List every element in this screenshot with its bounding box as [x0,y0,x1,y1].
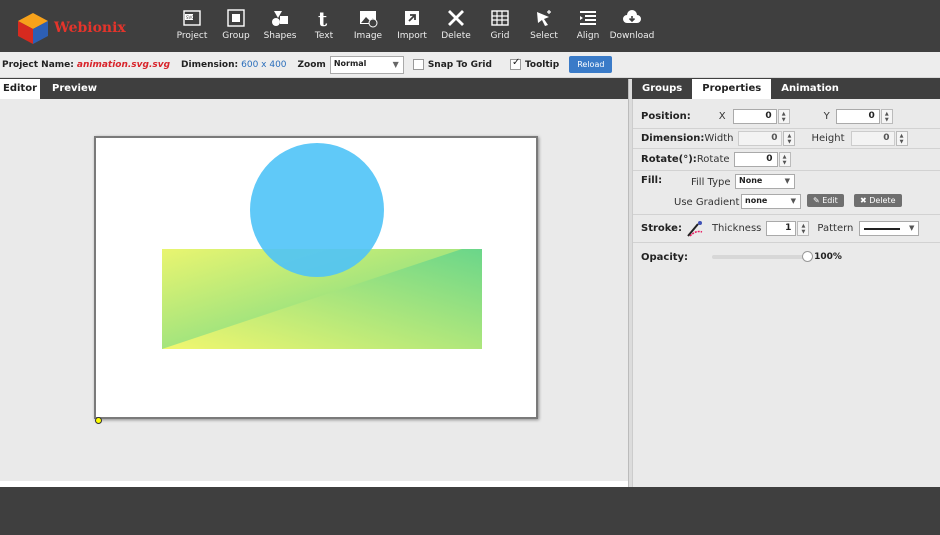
options-bar: Project Name: animation.svg.svg Dimensio… [0,52,940,78]
chevron-down-icon: ▼ [392,59,399,69]
import-button[interactable]: Import [390,8,434,48]
edit-icon: ✎ [813,196,820,205]
snap-to-grid-checkbox[interactable] [412,59,424,70]
thickness-input[interactable]: 1 [766,221,797,236]
fill-row: Fill: Fill Type None ▼ Use Gradient none ▼… [633,171,940,215]
close-icon: ✖ [860,196,867,205]
footer-bar [0,487,940,535]
stage-drawing [162,143,482,349]
right-panel-tabs: Groups Properties Animation [632,79,940,99]
blue-circle[interactable] [250,143,384,277]
image-icon [360,11,378,28]
reload-button[interactable]: Reload [569,56,613,73]
x-spinner[interactable]: ▲ ▼ [777,109,790,124]
svg-stage[interactable] [94,136,538,419]
dimension-label: Dimension: [181,59,239,70]
stroke-pattern-select[interactable]: ▼ [859,221,920,236]
chevron-down-icon: ▼ [784,177,790,185]
tab-editor[interactable]: Editor [0,79,40,99]
opacity-row: Opacity: 100% [641,251,842,263]
rotate-spinner[interactable]: ▲ ▼ [778,152,791,167]
height-spinner[interactable]: ▲ ▼ [895,131,908,146]
rotate-input[interactable]: 0 [733,152,778,167]
dimension-value: 600 x 400 [241,59,287,70]
y-input[interactable]: 0 [835,109,880,124]
svg-file-icon: SVG [183,10,201,26]
group-button[interactable]: Group [214,8,258,48]
stroke-pen-icon[interactable] [686,220,704,238]
chevron-down-icon: ▼ [908,224,915,232]
opacity-slider[interactable] [712,251,814,262]
import-icon [405,11,419,25]
resize-handle[interactable] [95,417,102,424]
rotate-row: Rotate(°): Rotate 0 ▲ ▼ [633,149,940,171]
tooltip-option[interactable]: Tooltip [509,57,559,70]
height-input[interactable]: 0 [850,131,895,146]
delete-icon [448,10,464,26]
snap-to-grid-option[interactable]: Snap To Grid [412,59,492,70]
shapes-button[interactable]: Shapes [258,8,302,48]
main-toolbar: Webionix SVG Project Group Shapes t Text… [0,0,940,52]
cube-logo-icon [18,13,48,44]
align-icon [580,11,596,25]
image-button[interactable]: Image [346,8,390,48]
gradient-select[interactable]: none ▼ [741,194,801,209]
project-button[interactable]: SVG Project [170,8,214,48]
download-button[interactable]: Download [610,8,654,48]
tab-groups[interactable]: Groups [632,79,692,99]
delete-button[interactable]: Delete [434,8,478,48]
x-input[interactable]: 0 [732,109,777,124]
thickness-spinner[interactable]: ▲ ▼ [797,221,810,236]
position-row: Position: X 0 ▲ ▼ Y 0 ▲ ▼ [633,105,940,129]
svg-text:t: t [318,8,328,28]
select-button[interactable]: Select [522,8,566,48]
cloud-download-icon [623,10,641,23]
project-name-value: animation.svg.svg [76,59,171,70]
tab-animation[interactable]: Animation [771,79,849,99]
pattern-solid-line [864,228,901,230]
width-input[interactable]: 0 [738,131,783,146]
opacity-value: 100% [814,252,842,262]
width-spinner[interactable]: ▲ ▼ [783,131,796,146]
stroke-row: Stroke: Thickness 1 ▲ ▼ Pattern ▼ [633,215,940,243]
tooltip-checkbox[interactable] [509,57,521,70]
project-name-label: Project Name: [2,59,74,70]
brand-name: Webionix [54,20,126,36]
grid-icon [491,10,509,26]
properties-panel: Position: X 0 ▲ ▼ Y 0 ▲ ▼ Dimension: Width… [632,99,940,487]
fill-type-select[interactable]: None ▼ [735,174,795,189]
tab-properties[interactable]: Properties [692,79,772,99]
svg-text:SVG: SVG [186,15,194,20]
zoom-select[interactable]: Normal ▼ [329,55,404,74]
tool-buttons: SVG Project Group Shapes t Text Image Im… [170,8,655,48]
shapes-icon [272,11,288,26]
opacity-slider-handle[interactable] [802,251,814,262]
y-spinner[interactable]: ▲ ▼ [880,109,893,124]
editor-tabs: Editor Preview [0,79,628,99]
text-icon: t [318,8,328,28]
edit-gradient-button[interactable]: ✎ Edit [807,194,844,207]
grid-button[interactable]: Grid [478,8,522,48]
delete-gradient-button[interactable]: ✖ Delete [854,194,902,207]
select-cursor-icon [537,10,551,26]
align-button[interactable]: Align [566,8,610,48]
brand-logo: Webionix [16,10,166,46]
zoom-label: Zoom [297,59,326,70]
group-icon [227,9,245,27]
text-button[interactable]: t Text [302,8,346,48]
tab-preview[interactable]: Preview [40,79,105,99]
dimension-row: Dimension: Width 0 ▲ ▼ Height 0 ▲ ▼ [633,129,940,149]
chevron-down-icon: ▼ [790,197,796,205]
canvas-area[interactable] [0,99,628,481]
